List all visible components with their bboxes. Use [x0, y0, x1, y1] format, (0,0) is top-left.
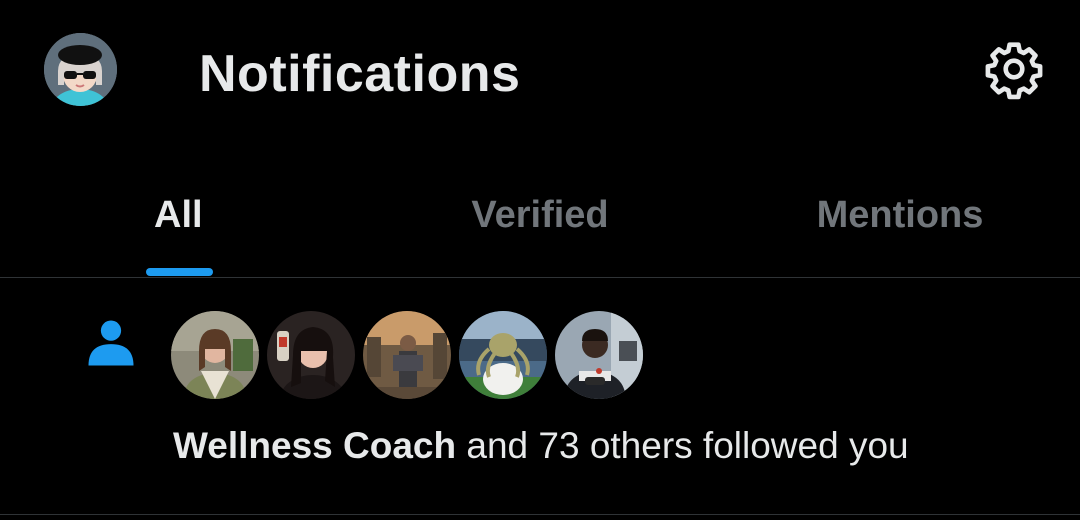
- follower-avatar-5[interactable]: [555, 311, 643, 399]
- gear-icon: [985, 42, 1043, 100]
- active-tab-indicator: [146, 268, 213, 276]
- notification-item[interactable]: Wellness Coach and 73 others followed yo…: [0, 278, 1080, 514]
- tab-mentions[interactable]: Mentions: [720, 170, 1080, 277]
- follower-avatar-2[interactable]: [267, 311, 355, 399]
- tab-all[interactable]: All: [0, 170, 360, 277]
- follower-avatar-1[interactable]: [171, 311, 259, 399]
- settings-button[interactable]: [983, 38, 1045, 100]
- top-bar: Notifications: [0, 0, 1080, 150]
- page-title: Notifications: [199, 45, 521, 103]
- profile-avatar[interactable]: [44, 33, 117, 106]
- tab-all-label: All: [154, 194, 203, 236]
- tab-verified-label: Verified: [471, 194, 609, 236]
- notification-text: Wellness Coach and 73 others followed yo…: [173, 423, 909, 469]
- follower-avatar-3[interactable]: [363, 311, 451, 399]
- person-icon: [84, 316, 138, 370]
- tab-mentions-label: Mentions: [816, 194, 984, 236]
- follower-name[interactable]: Wellness Coach: [173, 425, 456, 466]
- profile-avatar-icon: [44, 33, 117, 106]
- notification-message: and 73 others followed you: [456, 425, 909, 466]
- notification-tabs: All Verified Mentions: [0, 170, 1080, 277]
- tab-verified[interactable]: Verified: [360, 170, 720, 277]
- notification-divider: [0, 514, 1080, 515]
- follower-avatar-4[interactable]: [459, 311, 547, 399]
